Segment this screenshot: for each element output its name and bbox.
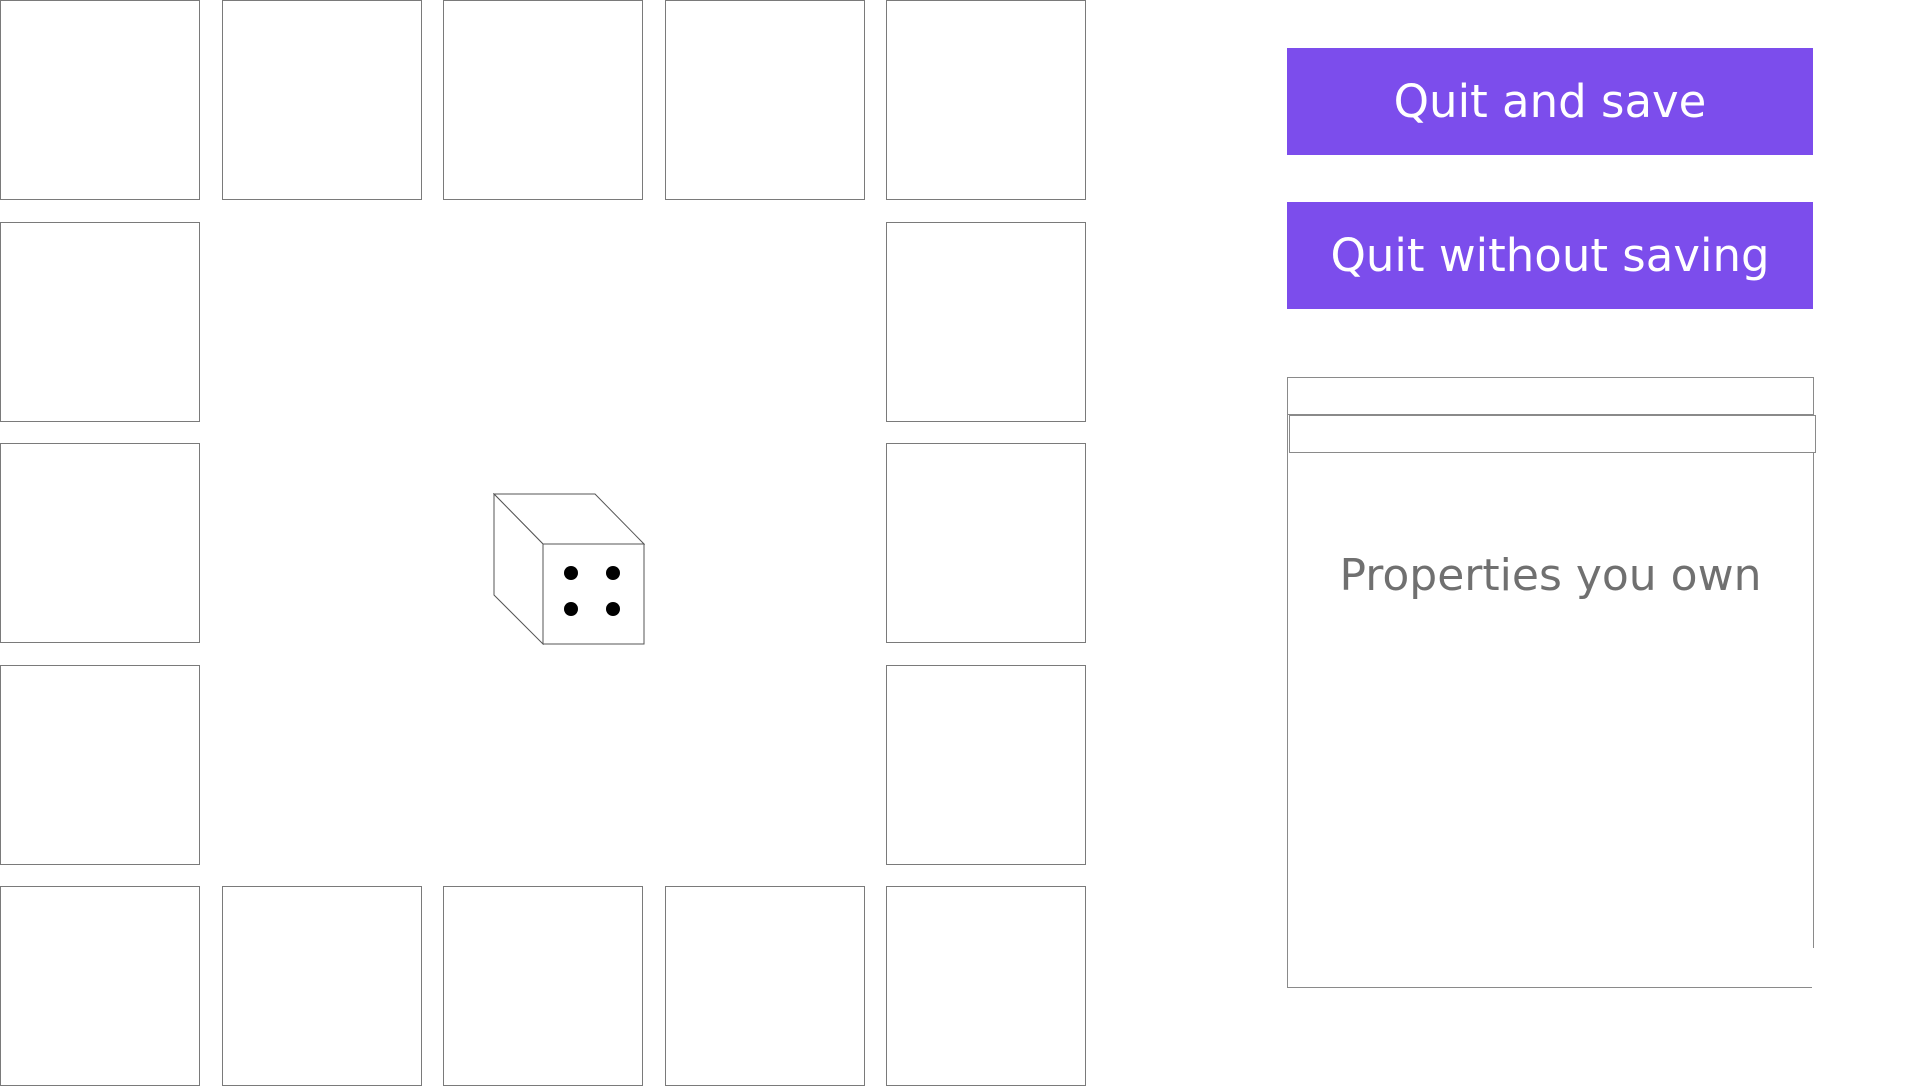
- board-tile[interactable]: [0, 886, 200, 1086]
- dice-pip: [564, 602, 578, 616]
- properties-title: Properties you own: [1339, 550, 1762, 601]
- board-tile[interactable]: [886, 665, 1086, 865]
- board-tile[interactable]: [443, 886, 643, 1086]
- dice-pip: [564, 566, 578, 580]
- board-tile[interactable]: [222, 0, 422, 200]
- board-tile[interactable]: [443, 0, 643, 200]
- properties-panel-header: [1288, 378, 1813, 415]
- quit-and-save-button[interactable]: Quit and save: [1287, 48, 1813, 155]
- quit-without-saving-button[interactable]: Quit without saving: [1287, 202, 1813, 309]
- properties-input[interactable]: [1289, 415, 1816, 453]
- board-tile[interactable]: [0, 0, 200, 200]
- board-tile[interactable]: [886, 443, 1086, 643]
- board-tile[interactable]: [0, 222, 200, 422]
- board-tile[interactable]: [665, 886, 865, 1086]
- board-tile[interactable]: [886, 0, 1086, 200]
- properties-panel-edge: [1812, 948, 1814, 988]
- dice-pip: [606, 602, 620, 616]
- board-tile[interactable]: [886, 222, 1086, 422]
- dice-icon[interactable]: [493, 493, 645, 645]
- board-tile[interactable]: [222, 886, 422, 1086]
- properties-panel: Properties you own: [1287, 377, 1816, 988]
- board-tile[interactable]: [0, 443, 200, 643]
- dice-front-face: [542, 543, 645, 645]
- dice-pip: [606, 566, 620, 580]
- board-tile[interactable]: [886, 886, 1086, 1086]
- board-tile[interactable]: [665, 0, 865, 200]
- board-tile[interactable]: [0, 665, 200, 865]
